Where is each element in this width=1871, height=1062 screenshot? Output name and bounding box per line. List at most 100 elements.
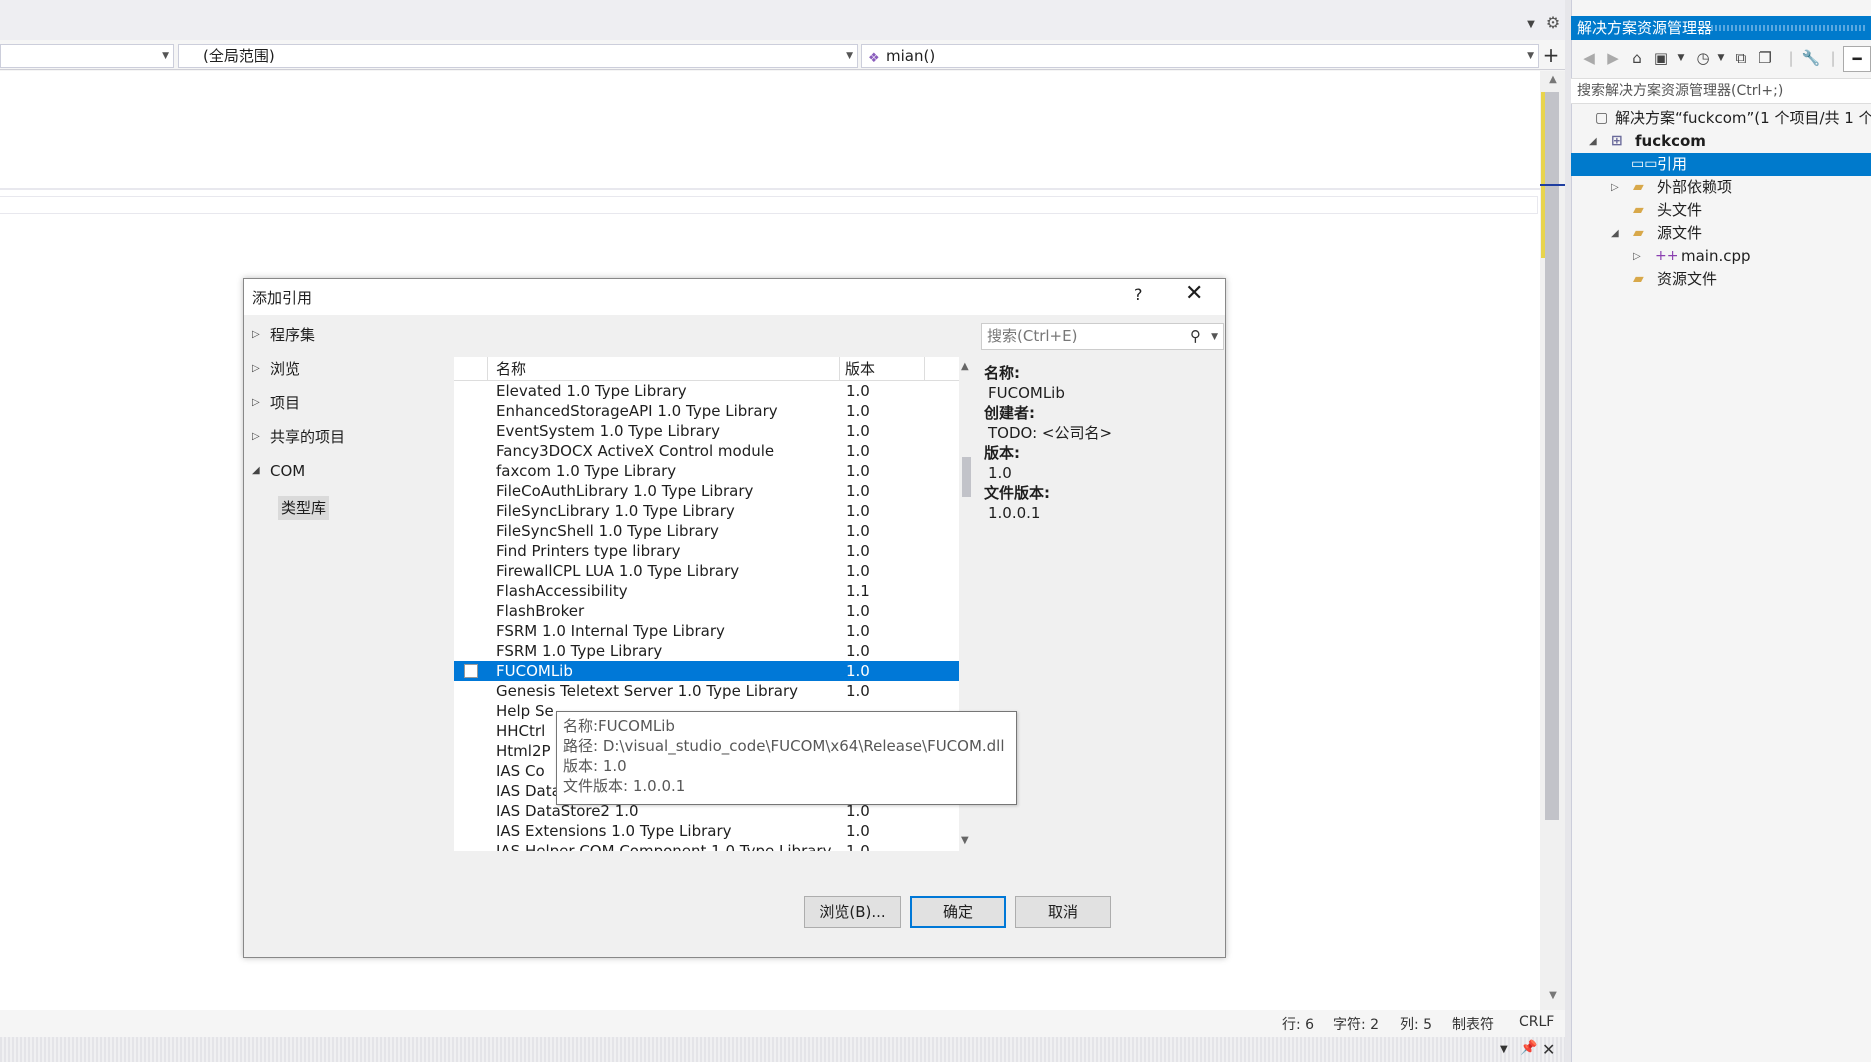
row-checkbox[interactable]: [464, 664, 478, 678]
table-row[interactable]: EventSystem 1.0 Type Library 1.0: [454, 421, 959, 441]
cancel-button[interactable]: 取消: [1015, 896, 1111, 928]
row-name: Genesis Teletext Server 1.0 Type Library: [496, 682, 799, 700]
pin-icon[interactable]: 📌: [1520, 1040, 1537, 1056]
collapse-all-icon[interactable]: ⧉: [1731, 48, 1751, 68]
table-row[interactable]: FlashBroker 1.0: [454, 601, 959, 621]
tooltip-path: 路径: D:\visual_studio_code\FUCOM\x64\Rele…: [563, 737, 1005, 755]
project-dropdown[interactable]: ▼: [0, 44, 174, 68]
row-name: Fancy3DOCX ActiveX Control module: [496, 442, 775, 460]
tree-item-source-files[interactable]: ◢ ▰ 源文件: [1571, 222, 1871, 245]
scope-dropdown[interactable]: (全局范围) ▼: [178, 44, 858, 68]
tree-item-label: fuckcom: [1635, 132, 1706, 150]
switch-views-icon[interactable]: ▣: [1651, 48, 1671, 68]
detail-file-version-label: 文件版本:: [984, 484, 1050, 502]
scrollbar-thumb[interactable]: [962, 457, 971, 497]
collapsed-triangle-icon[interactable]: ▷: [1611, 176, 1619, 199]
status-tabs[interactable]: 制表符: [1452, 1014, 1494, 1034]
reference-tooltip: 名称:FUCOMLib 路径: D:\visual_studio_code\FU…: [556, 711, 1017, 805]
detail-file-version-value: 1.0.0.1: [988, 504, 1041, 522]
table-row-selected[interactable]: FUCOMLib 1.0: [454, 661, 959, 681]
tree-item-label: 解决方案“fuckcom”(1 个项目/共 1 个): [1615, 109, 1871, 127]
browse-button[interactable]: 浏览(B)...: [804, 896, 901, 928]
column-header-version[interactable]: 版本: [845, 357, 875, 381]
status-eol[interactable]: CRLF: [1519, 1014, 1554, 1030]
row-name: FileCoAuthLibrary 1.0 Type Library: [496, 482, 754, 500]
chevron-down-icon[interactable]: ▼: [1500, 1044, 1508, 1055]
solution-explorer-title[interactable]: 解决方案资源管理器: [1571, 16, 1871, 40]
table-row[interactable]: FirewallCPL LUA 1.0 Type Library 1.0: [454, 561, 959, 581]
expanded-triangle-icon[interactable]: ◢: [1589, 130, 1597, 153]
table-row[interactable]: Elevated 1.0 Type Library 1.0: [454, 381, 959, 401]
properties-icon[interactable]: 🔧: [1801, 48, 1821, 68]
scroll-up-icon[interactable]: ▲: [961, 361, 969, 372]
table-row[interactable]: IAS Helper COM Component 1.0 Type Librar…: [454, 841, 959, 851]
search-placeholder: 搜索(Ctrl+E): [987, 327, 1078, 345]
table-row[interactable]: FileSyncShell 1.0 Type Library 1.0: [454, 521, 959, 541]
row-name: HHCtrl: [496, 722, 546, 740]
table-row[interactable]: EnhancedStorageAPI 1.0 Type Library 1.0: [454, 401, 959, 421]
row-name: EventSystem 1.0 Type Library: [496, 422, 720, 440]
table-row[interactable]: FlashAccessibility 1.1: [454, 581, 959, 601]
show-all-files-icon[interactable]: ❐: [1755, 48, 1775, 68]
table-row[interactable]: FSRM 1.0 Type Library 1.0: [454, 641, 959, 661]
collapsed-triangle-icon: ▷: [252, 329, 260, 340]
help-button[interactable]: ?: [1134, 285, 1143, 304]
expanded-triangle-icon: ◢: [252, 465, 260, 476]
chevron-down-icon[interactable]: ▼: [1671, 48, 1691, 68]
expanded-triangle-icon[interactable]: ◢: [1611, 222, 1619, 245]
tree-item-external-deps[interactable]: ▷ ▰ 外部依赖项: [1571, 176, 1871, 199]
solution-explorer-search-input[interactable]: 搜索解决方案资源管理器(Ctrl+;): [1571, 78, 1871, 104]
scrollbar-thumb[interactable]: [1545, 92, 1559, 820]
tree-item-main-cpp[interactable]: ▷ ++ main.cpp: [1571, 245, 1871, 268]
ok-button[interactable]: 确定: [910, 896, 1006, 928]
search-icon[interactable]: ⚲: [1190, 324, 1201, 349]
member-dropdown[interactable]: ❖ mian() ▼: [861, 44, 1539, 68]
chevron-down-icon[interactable]: ▼: [1711, 48, 1731, 68]
scroll-down-icon[interactable]: ▼: [1545, 990, 1561, 1002]
tree-item-resource-files[interactable]: ▰ 资源文件: [1571, 268, 1871, 291]
table-row[interactable]: FSRM 1.0 Internal Type Library 1.0: [454, 621, 959, 641]
scroll-down-icon[interactable]: ▼: [961, 835, 969, 846]
tab-list-dropdown-icon[interactable]: ▼: [1524, 18, 1538, 32]
close-button[interactable]: ✕: [1185, 281, 1203, 306]
table-row[interactable]: faxcom 1.0 Type Library 1.0: [454, 461, 959, 481]
chevron-down-icon[interactable]: ▼: [1211, 325, 1218, 350]
back-icon[interactable]: ◀: [1579, 48, 1599, 68]
tree-item-references[interactable]: ▭▭ 引用: [1571, 153, 1871, 176]
scope-dropdown-value: (全局范围): [203, 47, 275, 65]
row-name: Elevated 1.0 Type Library: [496, 382, 687, 400]
dialog-titlebar[interactable]: 添加引用 ? ✕: [244, 279, 1225, 315]
sidebar-item-label: 程序集: [270, 326, 316, 344]
table-row[interactable]: Find Printers type library 1.0: [454, 541, 959, 561]
sidebar-item-type-libraries[interactable]: 类型库: [278, 496, 330, 520]
folder-icon: ▰: [1633, 225, 1644, 241]
table-row[interactable]: FileCoAuthLibrary 1.0 Type Library 1.0: [454, 481, 959, 501]
scroll-up-icon[interactable]: ▲: [1545, 74, 1561, 86]
table-row[interactable]: FileSyncLibrary 1.0 Type Library 1.0: [454, 501, 959, 521]
detail-creator-label: 创建者:: [984, 404, 1035, 422]
dialog-search-input[interactable]: 搜索(Ctrl+E) ⚲ ▼: [981, 323, 1224, 350]
tooltip-version: 版本: 1.0: [563, 757, 627, 775]
sidebar-item-label: 浏览: [270, 360, 301, 378]
table-row[interactable]: IAS Extensions 1.0 Type Library 1.0: [454, 821, 959, 841]
collapsed-triangle-icon[interactable]: ▷: [1633, 245, 1641, 268]
tree-item-project[interactable]: ◢ ⊞ fuckcom: [1571, 130, 1871, 153]
close-icon[interactable]: ✕: [1542, 1040, 1555, 1059]
tree-item-solution[interactable]: ▢ 解决方案“fuckcom”(1 个项目/共 1 个): [1571, 107, 1871, 130]
table-row[interactable]: Fancy3DOCX ActiveX Control module 1.0: [454, 441, 959, 461]
column-header-name[interactable]: 名称: [496, 357, 526, 381]
auto-hide-pin-icon[interactable]: ━: [1843, 46, 1871, 72]
status-col: 列: 5: [1400, 1017, 1433, 1033]
split-window-icon[interactable]: +: [1540, 44, 1562, 66]
detail-version-label: 版本:: [984, 444, 1020, 462]
separator-icon: |: [1788, 49, 1794, 67]
row-name: EnhancedStorageAPI 1.0 Type Library: [496, 402, 778, 420]
table-row[interactable]: Genesis Teletext Server 1.0 Type Library…: [454, 681, 959, 701]
forward-icon[interactable]: ▶: [1603, 48, 1623, 68]
history-icon[interactable]: ◷: [1693, 48, 1713, 68]
editor-current-line: [0, 196, 1538, 214]
gear-icon[interactable]: ⚙: [1544, 14, 1562, 32]
home-icon[interactable]: ⌂: [1627, 48, 1647, 68]
tree-item-header-files[interactable]: ▰ 头文件: [1571, 199, 1871, 222]
folder-icon: ▰: [1633, 202, 1644, 218]
